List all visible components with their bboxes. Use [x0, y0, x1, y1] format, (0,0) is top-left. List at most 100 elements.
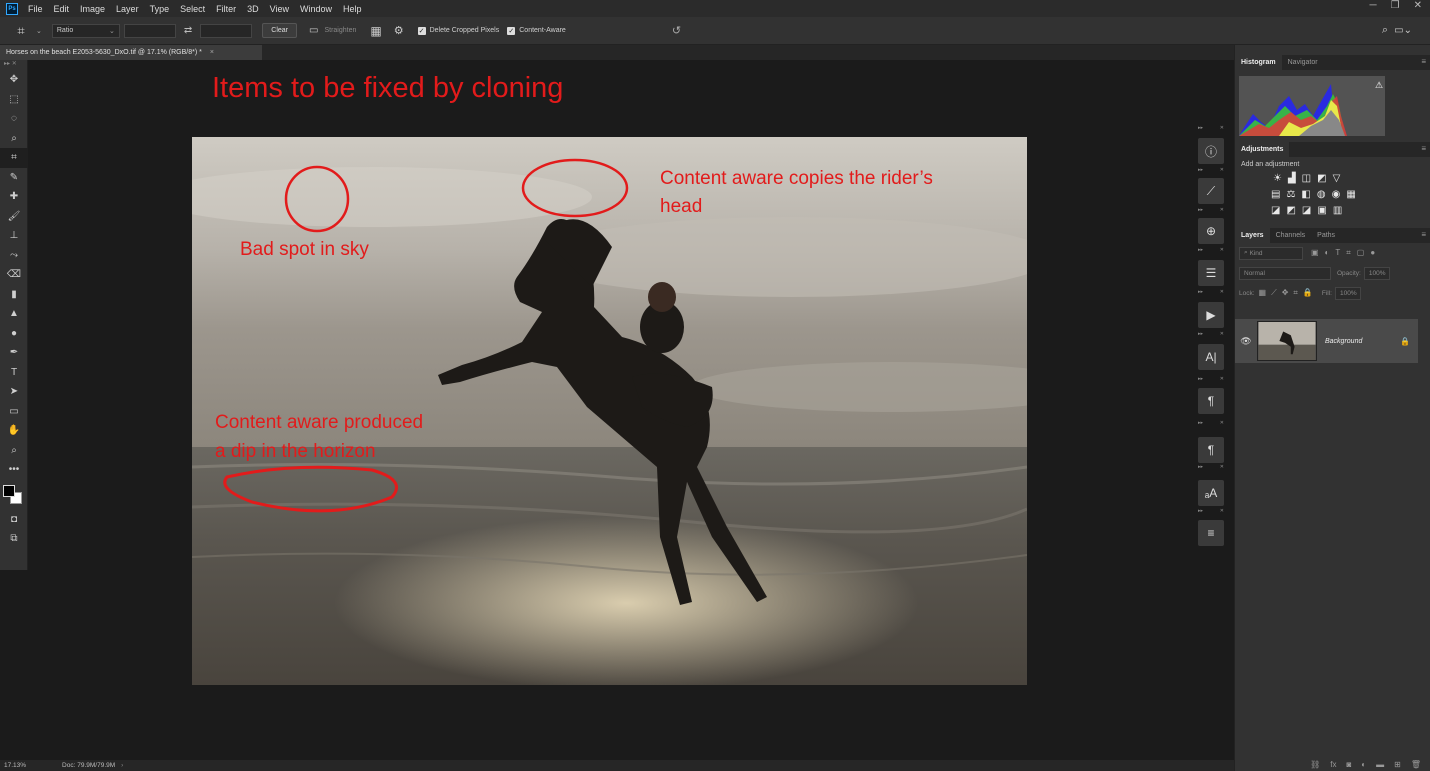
menu-file[interactable]: File — [28, 4, 43, 14]
layer-style-icon[interactable]: fx — [1330, 760, 1336, 769]
actions-play-icon[interactable]: ▶ — [1198, 302, 1224, 328]
menu-select[interactable]: Select — [180, 4, 205, 14]
panel-menu-icon[interactable]: ≡ — [1421, 57, 1426, 66]
crop-tool-preset-icon[interactable]: ⌗ — [6, 23, 36, 39]
type-tool-icon[interactable]: T — [0, 363, 28, 383]
panel-menu-icon[interactable]: ≡ — [1421, 230, 1426, 239]
crop-tool-icon[interactable]: ⌗ — [0, 148, 28, 168]
selective-color-icon[interactable]: ▣ — [1317, 205, 1326, 216]
history-brush-tool-icon[interactable]: ⤳ — [0, 246, 28, 266]
eraser-tool-icon[interactable]: ⌫ — [0, 265, 28, 285]
foreground-color-swatch[interactable] — [3, 484, 15, 497]
clone-stamp-tool-icon[interactable]: ⊥ — [0, 226, 28, 246]
paragraph-styles-icon[interactable]: ≡ — [1198, 520, 1224, 546]
clear-button[interactable]: Clear — [262, 23, 297, 38]
properties-icon[interactable]: ☰ — [1198, 260, 1224, 286]
eye-icon[interactable]: 👁 — [1235, 336, 1257, 347]
new-group-icon[interactable]: ▬ — [1376, 760, 1384, 769]
color-swatches[interactable] — [0, 480, 27, 510]
quick-select-tool-icon[interactable]: ⌕ — [0, 129, 28, 149]
filter-type-icons[interactable]: ▣◐T⌗▢● — [1311, 248, 1381, 258]
paragraph-icon[interactable]: ¶ — [1198, 437, 1224, 463]
panel-menu-icon[interactable]: ≡ — [1421, 144, 1426, 153]
brush-tool-icon[interactable]: 🖌 — [0, 207, 28, 227]
link-layers-icon[interactable]: ⛓ — [1310, 760, 1320, 769]
workspace-icon[interactable]: ▭⌄ — [1394, 25, 1412, 36]
zoom-level[interactable]: 17.13% — [4, 762, 26, 769]
black-white-icon[interactable]: ◧ — [1301, 189, 1310, 200]
photo-filter-icon[interactable]: ◍ — [1317, 189, 1326, 200]
document-tab[interactable]: Horses on the beach E2053-5630_DxO.tif @… — [0, 45, 262, 60]
straighten-label[interactable]: Straighten — [324, 27, 356, 34]
menu-filter[interactable]: Filter — [216, 4, 236, 14]
layer-name[interactable]: Background — [1325, 338, 1362, 345]
gradient-map-icon[interactable]: ▥ — [1333, 205, 1342, 216]
chevron-down-icon[interactable]: ⌄ — [36, 27, 42, 35]
opacity-input[interactable]: 100% — [1363, 266, 1390, 280]
new-layer-icon[interactable]: ⊞ — [1394, 760, 1401, 769]
gear-icon[interactable]: ⚙ — [394, 24, 404, 37]
exposure-icon[interactable]: ◩ — [1317, 173, 1326, 184]
threshold-icon[interactable]: ◪ — [1302, 205, 1311, 216]
layer-background[interactable]: 👁 Background 🔒 — [1235, 319, 1418, 363]
delete-cropped-checkbox[interactable]: ✓ Delete Cropped Pixels — [417, 26, 499, 35]
color-lookup-icon[interactable]: ▦ — [1346, 189, 1355, 200]
delete-layer-icon[interactable]: 🗑 — [1411, 760, 1421, 769]
lasso-tool-icon[interactable]: ◌ — [0, 109, 28, 129]
quick-mask-icon[interactable]: ◘ — [0, 510, 28, 530]
levels-icon[interactable]: ▟ — [1288, 173, 1296, 184]
reset-icon[interactable]: ↺ — [672, 24, 681, 37]
close-icon[interactable]: × — [210, 49, 214, 56]
menu-help[interactable]: Help — [343, 4, 362, 14]
hue-saturation-icon[interactable]: ▤ — [1271, 189, 1280, 200]
blur-tool-icon[interactable]: ▲ — [0, 304, 28, 324]
glyphs-icon[interactable]: ¶ — [1198, 388, 1224, 414]
brush-settings-icon[interactable]: ⟋ — [1198, 178, 1224, 204]
channel-mixer-icon[interactable]: ◉ — [1332, 189, 1341, 200]
blend-mode-select[interactable]: Normal — [1239, 266, 1331, 280]
posterize-icon[interactable]: ◩ — [1286, 205, 1295, 216]
marquee-tool-icon[interactable]: ⬚ — [0, 90, 28, 110]
invert-icon[interactable]: ◪ — [1271, 205, 1280, 216]
tab-channels[interactable]: Channels — [1270, 228, 1312, 243]
height-field[interactable] — [200, 23, 253, 38]
vibrance-icon[interactable]: ▽ — [1333, 173, 1341, 184]
menu-window[interactable]: Window — [300, 4, 332, 14]
brightness-contrast-icon[interactable]: ☀ — [1273, 173, 1282, 184]
character-icon[interactable]: A| — [1198, 344, 1224, 370]
menu-3d[interactable]: 3D — [247, 4, 259, 14]
minimize-icon[interactable]: ─ — [1370, 0, 1377, 11]
eyedropper-tool-icon[interactable]: ✎ — [0, 168, 28, 188]
width-field[interactable] — [123, 23, 176, 38]
pen-tool-icon[interactable]: ✒ — [0, 343, 28, 363]
add-mask-icon[interactable]: ◙ — [1346, 760, 1351, 769]
collapse-icon[interactable]: ▸▸ ✕ — [0, 60, 27, 70]
lock-icons[interactable]: ▦⟋✥⌗🔒 — [1259, 288, 1318, 298]
fill-input[interactable]: 100% — [1334, 286, 1361, 300]
character-styles-icon[interactable]: ₐA — [1198, 480, 1224, 506]
healing-brush-tool-icon[interactable]: ✚ — [0, 187, 28, 207]
chevron-right-icon[interactable]: › — [121, 762, 123, 769]
menu-layer[interactable]: Layer — [116, 4, 139, 14]
color-balance-icon[interactable]: ⚖ — [1286, 189, 1295, 200]
more-tools-icon[interactable]: ••• — [0, 460, 28, 480]
search-icon[interactable]: ⌕ — [1382, 24, 1388, 37]
curves-icon[interactable]: ◫ — [1302, 173, 1311, 184]
info-icon[interactable]: ⓘ — [1198, 138, 1224, 164]
path-select-tool-icon[interactable]: ➤ — [0, 382, 28, 402]
restore-icon[interactable]: ❐ — [1391, 0, 1400, 11]
tab-histogram[interactable]: Histogram — [1235, 55, 1282, 70]
screen-mode-icon[interactable]: ⧉ — [0, 529, 28, 549]
kind-filter-select[interactable]: ⌕ Kind — [1239, 246, 1303, 260]
ratio-select[interactable]: Ratio ⌄ — [51, 23, 120, 38]
swap-icon[interactable]: ⇄ — [184, 25, 192, 36]
zoom-tool-icon[interactable]: ⌕ — [0, 441, 28, 461]
tab-adjustments[interactable]: Adjustments — [1235, 142, 1290, 157]
gradient-tool-icon[interactable]: ▮ — [0, 285, 28, 305]
content-aware-checkbox[interactable]: ✓ Content-Aware — [507, 26, 566, 35]
close-icon[interactable]: ✕ — [1414, 0, 1422, 11]
menu-view[interactable]: View — [270, 4, 289, 14]
grid-overlay-icon[interactable]: ▦ — [370, 24, 381, 38]
clone-source-icon[interactable]: ⊕ — [1198, 218, 1224, 244]
tab-paths[interactable]: Paths — [1311, 228, 1341, 243]
